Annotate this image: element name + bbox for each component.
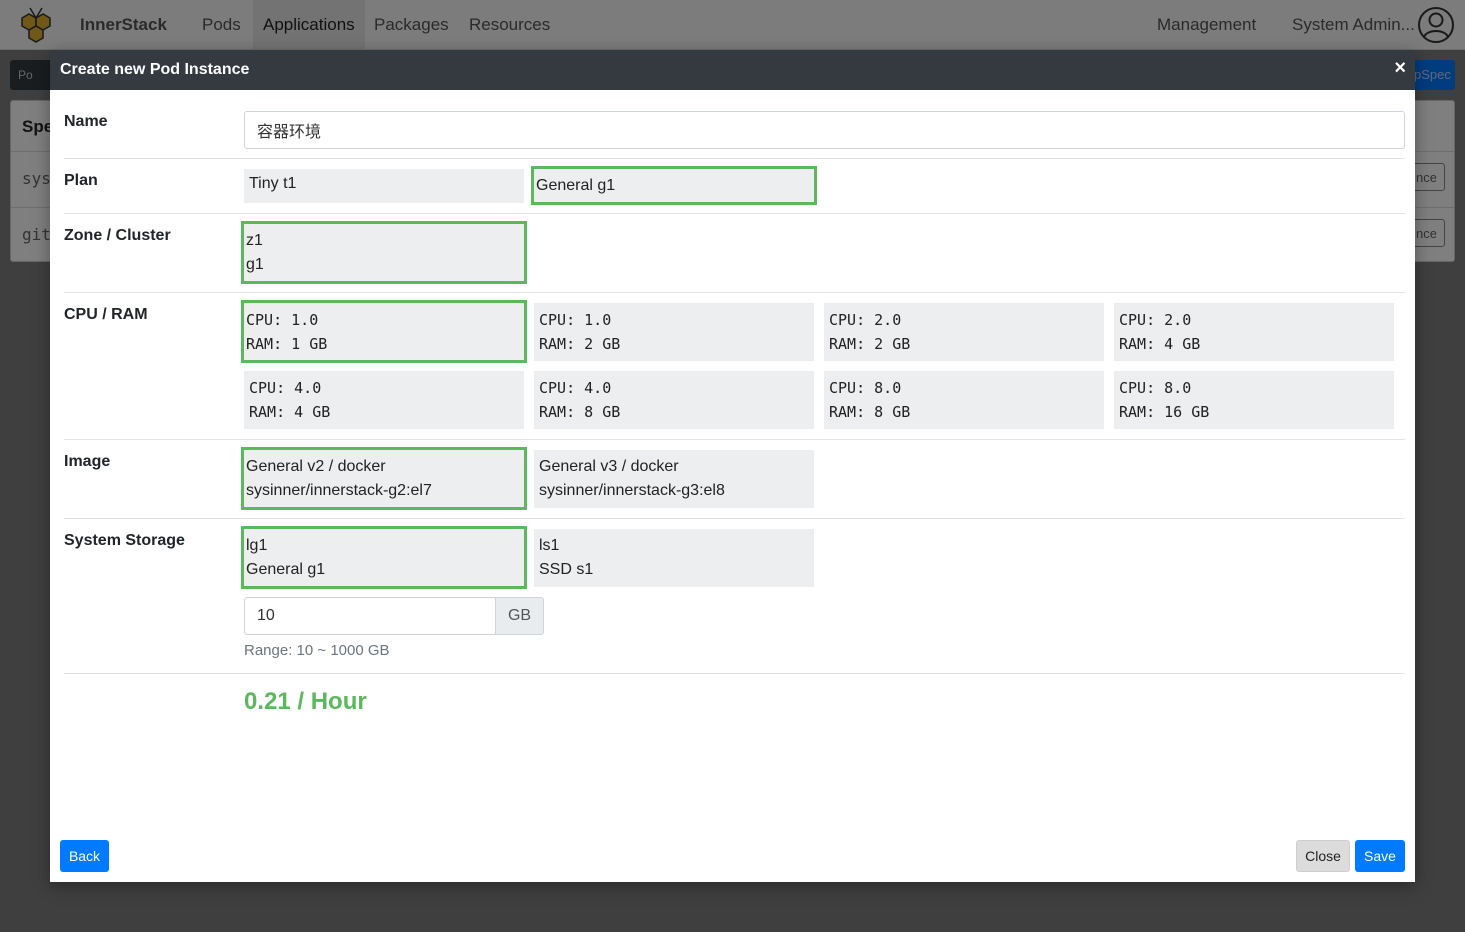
cluster-name: g1 bbox=[246, 256, 264, 273]
divider bbox=[64, 213, 1405, 214]
storage-name: ls1 bbox=[539, 537, 560, 554]
zone-label: Zone / Cluster bbox=[64, 227, 171, 244]
cpu-value: CPU: 4.0 bbox=[539, 379, 612, 397]
plan-option-tiny-t1[interactable]: Tiny t1 bbox=[244, 169, 524, 203]
plan-label: Plan bbox=[64, 172, 98, 189]
ram-value: RAM: 2 GB bbox=[829, 335, 911, 353]
divider bbox=[64, 518, 1405, 519]
storage-label: System Storage bbox=[64, 532, 185, 549]
image-name: General v2 / docker bbox=[246, 458, 386, 475]
name-input[interactable]: 容器环境 bbox=[244, 111, 1405, 149]
modal-title: Create new Pod Instance bbox=[60, 61, 250, 78]
name-input-value: 容器环境 bbox=[257, 124, 322, 141]
ram-value: RAM: 8 GB bbox=[829, 403, 911, 421]
storage-option-ls1[interactable]: ls1 SSD s1 bbox=[534, 529, 814, 587]
cpu-ram-option[interactable]: CPU: 1.0 RAM: 2 GB bbox=[534, 303, 814, 361]
storage-name: lg1 bbox=[246, 537, 268, 554]
cpu-ram-option[interactable]: CPU: 2.0 RAM: 4 GB bbox=[1114, 303, 1394, 361]
ram-value: RAM: 4 GB bbox=[1119, 335, 1201, 353]
divider bbox=[64, 292, 1405, 293]
ram-value: RAM: 1 GB bbox=[246, 335, 328, 353]
modal-header: Create new Pod Instance × bbox=[50, 50, 1415, 90]
cpu-value: CPU: 4.0 bbox=[249, 379, 322, 397]
image-ref: sysinner/innerstack-g2:el7 bbox=[246, 482, 432, 499]
image-ref: sysinner/innerstack-g3:el8 bbox=[539, 482, 725, 499]
cpu-value: CPU: 1.0 bbox=[246, 311, 319, 329]
zone-option-z1[interactable]: z1 g1 bbox=[241, 221, 527, 284]
divider bbox=[64, 158, 1405, 159]
plan-option-label: Tiny t1 bbox=[249, 175, 297, 192]
cpu-value: CPU: 1.0 bbox=[539, 311, 612, 329]
cpu-ram-option[interactable]: CPU: 8.0 RAM: 8 GB bbox=[824, 371, 1104, 429]
cpu-value: CPU: 8.0 bbox=[1119, 379, 1192, 397]
zone-name: z1 bbox=[246, 232, 263, 249]
image-label: Image bbox=[64, 453, 111, 470]
back-button[interactable]: Back bbox=[60, 840, 109, 872]
storage-option-lg1[interactable]: lg1 General g1 bbox=[241, 526, 527, 589]
ram-value: RAM: 2 GB bbox=[539, 335, 621, 353]
ram-value: RAM: 8 GB bbox=[539, 403, 621, 421]
image-option-g2[interactable]: General v2 / docker sysinner/innerstack-… bbox=[241, 447, 527, 510]
storage-type: SSD s1 bbox=[539, 561, 594, 578]
plan-option-general-g1[interactable]: General g1 bbox=[531, 166, 817, 205]
plan-option-label: General g1 bbox=[536, 177, 616, 194]
storage-range-hint: Range: 10 ~ 1000 GB bbox=[244, 642, 390, 659]
cpu-value: CPU: 2.0 bbox=[1119, 311, 1192, 329]
price-per-hour: 0.21 / Hour bbox=[244, 688, 367, 715]
cpu-value: CPU: 2.0 bbox=[829, 311, 902, 329]
cpu-ram-option[interactable]: CPU: 2.0 RAM: 2 GB bbox=[824, 303, 1104, 361]
cpu-ram-option[interactable]: CPU: 8.0 RAM: 16 GB bbox=[1114, 371, 1394, 429]
storage-unit-addon: GB bbox=[495, 597, 544, 635]
create-pod-modal: Create new Pod Instance × Name 容器环境 Plan… bbox=[50, 50, 1415, 882]
save-button[interactable]: Save bbox=[1355, 840, 1405, 872]
storage-type: General g1 bbox=[246, 561, 326, 578]
divider bbox=[64, 673, 1405, 674]
storage-size-value: 10 bbox=[257, 607, 275, 624]
image-option-g3[interactable]: General v3 / docker sysinner/innerstack-… bbox=[534, 450, 814, 508]
divider bbox=[64, 439, 1405, 440]
cpu-value: CPU: 8.0 bbox=[829, 379, 902, 397]
cpu-ram-option[interactable]: CPU: 1.0 RAM: 1 GB bbox=[241, 300, 527, 363]
image-name: General v3 / docker bbox=[539, 458, 679, 475]
close-icon[interactable]: × bbox=[1394, 58, 1406, 78]
cpu-ram-option[interactable]: CPU: 4.0 RAM: 8 GB bbox=[534, 371, 814, 429]
name-label: Name bbox=[64, 113, 108, 130]
cpu-ram-label: CPU / RAM bbox=[64, 306, 148, 323]
ram-value: RAM: 16 GB bbox=[1119, 403, 1210, 421]
storage-size-input[interactable]: 10 bbox=[244, 597, 496, 635]
close-button[interactable]: Close bbox=[1296, 840, 1350, 872]
cpu-ram-option[interactable]: CPU: 4.0 RAM: 4 GB bbox=[244, 371, 524, 429]
ram-value: RAM: 4 GB bbox=[249, 403, 331, 421]
